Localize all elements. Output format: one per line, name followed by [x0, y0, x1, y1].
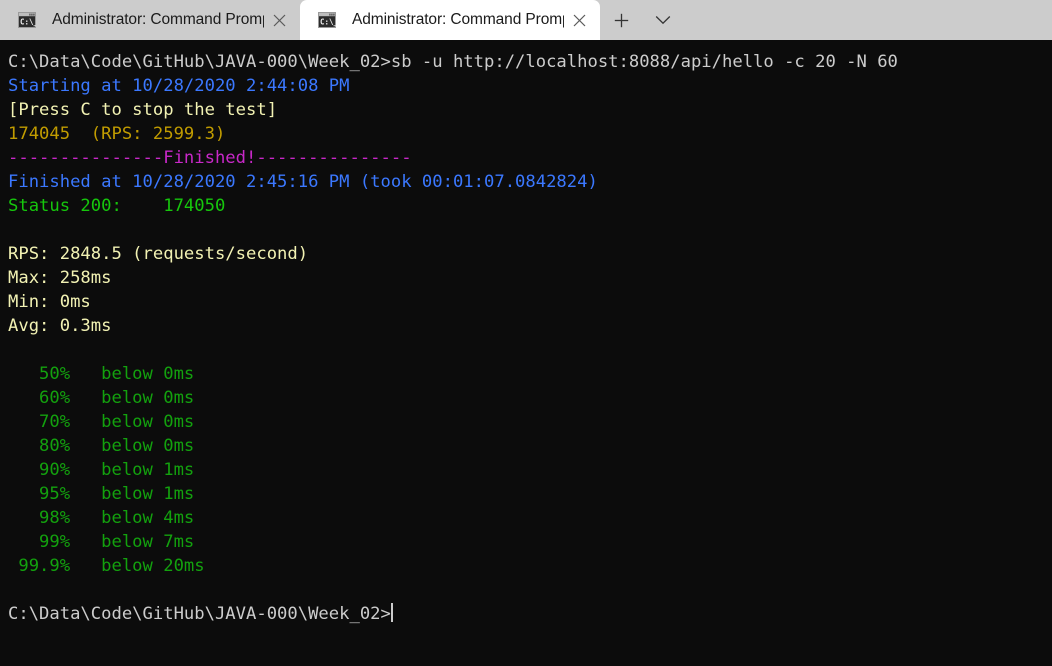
terminal-line-finished-banner: ---------------Finished!---------------: [8, 148, 412, 168]
terminal-line-progress-line: 174045 (RPS: 2599.3): [8, 124, 226, 144]
terminal-line-starting-line: Starting at 10/28/2020 2:44:08 PM: [8, 76, 350, 96]
tab-title: Administrator: Command Promp: [352, 11, 564, 28]
terminal-line-pct-60: 60% below 0ms: [8, 388, 195, 408]
terminal-line-rps-line: RPS: 2848.5 (requests/second): [8, 244, 309, 264]
close-icon[interactable]: [264, 5, 294, 35]
terminal-line-pct-98: 98% below 4ms: [8, 508, 195, 528]
terminal-line-command-line: C:\Data\Code\GitHub\JAVA-000\Week_02>sb …: [8, 52, 898, 72]
terminal-line-status-line: Status 200: 174050: [8, 196, 226, 216]
terminal-line-pct-99: 99% below 7ms: [8, 532, 195, 552]
tab-2-active[interactable]: C:\_ Administrator: Command Promp: [300, 0, 600, 40]
tab-title: Administrator: Command Promp: [52, 11, 264, 28]
terminal-output-area[interactable]: C:\Data\Code\GitHub\JAVA-000\Week_02>sb …: [0, 40, 1052, 666]
plus-icon: [614, 13, 628, 27]
new-tab-button[interactable]: [600, 0, 642, 40]
terminal-line-pct-999: 99.9% below 20ms: [8, 556, 205, 576]
terminal-line-pct-95: 95% below 1ms: [8, 484, 195, 504]
svg-text:C:\_: C:\_: [320, 18, 336, 27]
terminal-line-finished-line: Finished at 10/28/2020 2:45:16 PM (took …: [8, 172, 598, 192]
terminal-line-min-line: Min: 0ms: [8, 292, 91, 312]
tab-bar: C:\_ Administrator: Command Promp C:\_ Admi…: [0, 0, 1052, 40]
terminal-line-pct-70: 70% below 0ms: [8, 412, 195, 432]
terminal-line-blank-3: [8, 578, 1052, 602]
terminal-line-pct-80: 80% below 0ms: [8, 436, 195, 456]
svg-text:C:\_: C:\_: [20, 18, 36, 27]
chevron-down-icon: [655, 16, 671, 25]
tab-bar-drag-region[interactable]: [684, 0, 1052, 40]
terminal-line-blank-1: [8, 218, 1052, 242]
terminal-line-pct-90: 90% below 1ms: [8, 460, 195, 480]
prompt-text: C:\Data\Code\GitHub\JAVA-000\Week_02>: [8, 604, 391, 624]
text-cursor: [390, 603, 393, 622]
close-icon[interactable]: [564, 5, 594, 35]
terminal-line-max-line: Max: 258ms: [8, 268, 112, 288]
terminal-line-avg-line: Avg: 0.3ms: [8, 316, 112, 336]
terminal-line-pct-50: 50% below 0ms: [8, 364, 195, 384]
terminal-line-hint-line: [Press C to stop the test]: [8, 100, 278, 120]
cmd-console-icon: C:\_: [318, 12, 339, 28]
tab-dropdown-button[interactable]: [642, 0, 684, 40]
terminal-line-blank-2: [8, 338, 1052, 362]
terminal-line-final-prompt: C:\Data\Code\GitHub\JAVA-000\Week_02>: [8, 602, 1052, 626]
tab-1-inactive[interactable]: C:\_ Administrator: Command Promp: [0, 0, 300, 40]
cmd-console-icon: C:\_: [18, 12, 39, 28]
